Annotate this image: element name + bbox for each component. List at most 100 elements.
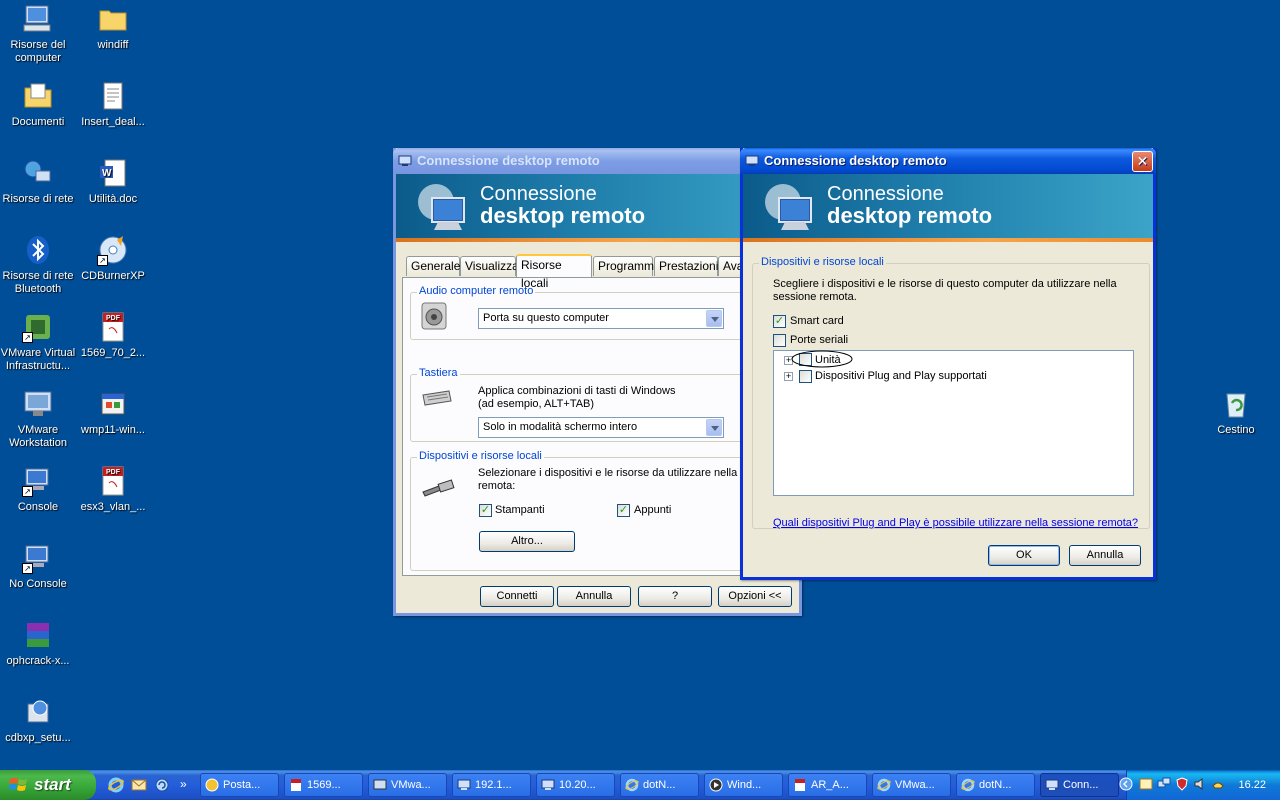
outlook-tray-icon[interactable]	[1139, 777, 1153, 791]
svg-text:PDF: PDF	[106, 315, 121, 322]
desktop-icon-1569-70-2[interactable]: PDF 1569_70_2...	[75, 311, 151, 360]
my-computer-icon	[22, 3, 54, 35]
desktop-icon-cdburnerxp[interactable]: ↗ CDBurnerXP	[75, 234, 151, 283]
smartcard-label: Smart card	[790, 315, 844, 327]
expand-icon[interactable]: +	[784, 372, 793, 381]
clipboard-checkbox[interactable]: ✓	[617, 504, 630, 517]
pnp-help-link[interactable]: Quali dispositivi Plug and Play è possib…	[773, 517, 1138, 529]
word-doc-icon: W	[97, 157, 129, 189]
taskbar-button[interactable]: Posta...	[200, 773, 279, 797]
network-tray-icon[interactable]	[1157, 777, 1171, 791]
desktop-icon-cestino[interactable]: Cestino	[1198, 388, 1274, 437]
desktop-icon-utilit-doc[interactable]: W Utilità.doc	[75, 157, 151, 206]
serial-ports-label: Porte seriali	[790, 334, 849, 346]
taskbar-button-label: VMwa...	[895, 779, 935, 791]
smartcard-checkbox[interactable]: ✓	[773, 315, 786, 328]
taskbar-button[interactable]: dotN...	[956, 773, 1035, 797]
desktop-icon-label: ophcrack-x...	[6, 655, 70, 667]
taskbar-button-label: dotN...	[643, 779, 676, 791]
ie-icon[interactable]	[108, 777, 124, 793]
cdburner-icon: ↗	[97, 234, 129, 266]
help-button[interactable]: ?	[638, 586, 712, 607]
taskbar-button[interactable]: dotN...	[620, 773, 699, 797]
desktop-icon-insert-deal[interactable]: Insert_deal...	[75, 80, 151, 129]
desktop-icon-wmp11-win[interactable]: wmp11-win...	[75, 388, 151, 437]
shortcut-arrow-icon: ↗	[22, 563, 33, 574]
svg-text:PDF: PDF	[106, 469, 121, 476]
tree-item-pnp-devices[interactable]: + Dispositivi Plug and Play supportati	[774, 368, 1133, 386]
taskbar-button-label: 1569...	[307, 779, 341, 791]
volume-icon[interactable]	[1193, 777, 1207, 791]
taskbar-button[interactable]: VMwa...	[368, 773, 447, 797]
options-button[interactable]: Opzioni <<	[718, 586, 792, 607]
desktop-icon-risorse-di-rete[interactable]: Risorse di rete	[0, 157, 76, 206]
main-banner-title-line2: desktop remoto	[480, 203, 646, 228]
pnp-devices-checkbox[interactable]	[799, 370, 812, 383]
chevron-down-icon[interactable]	[706, 419, 722, 436]
outlook-express-icon[interactable]	[131, 777, 147, 793]
printers-checkbox[interactable]: ✓	[479, 504, 492, 517]
dialog-cancel-button[interactable]: Annulla	[1069, 545, 1141, 566]
taskbar-button[interactable]: Wind...	[704, 773, 783, 797]
connect-button[interactable]: Connetti	[480, 586, 554, 607]
taskbar-button[interactable]: 1569...	[284, 773, 363, 797]
desktop-icon-windiff[interactable]: windiff	[75, 3, 151, 52]
desktop-icon-no-console[interactable]: ↗ No Console	[0, 542, 76, 591]
desktop-icon-risorse-del-computer[interactable]: Risorse del computer	[0, 3, 76, 65]
audio-select[interactable]: Porta su questo computer	[478, 308, 724, 329]
ie-refresh-icon[interactable]	[154, 777, 170, 793]
desktop-icon-documenti[interactable]: Documenti	[0, 80, 76, 129]
desktop-icon-label: VMware Virtual Infrastructu...	[0, 347, 76, 372]
phone-tray-icon[interactable]	[1211, 777, 1225, 791]
ie-icon	[625, 778, 639, 792]
tab-prestazioni[interactable]: Prestazioni	[654, 256, 718, 276]
bluetooth-icon	[22, 234, 54, 266]
desktop-icon-esx3-vlan[interactable]: PDF esx3_vlan_...	[75, 465, 151, 514]
tab-generale[interactable]: Generale	[406, 256, 460, 276]
taskbar-button-label: Wind...	[727, 779, 762, 791]
taskbar-button[interactable]: Conn...	[1040, 773, 1119, 797]
svg-text:W: W	[102, 168, 112, 179]
tree-item-drives[interactable]: + Unità	[774, 350, 1133, 369]
desktop-icon-ophcrack-x[interactable]: ophcrack-x...	[0, 619, 76, 668]
security-shield-icon[interactable]	[1175, 777, 1189, 791]
keyboard-icon	[422, 390, 452, 406]
quicklaunch-overflow[interactable]: »	[180, 777, 187, 791]
taskbar-button[interactable]: AR_A...	[788, 773, 867, 797]
dialog-desc-line2: sessione remota.	[773, 291, 857, 303]
clock[interactable]: 16.22	[1238, 770, 1266, 800]
outlook-icon	[205, 778, 219, 792]
recycle-bin-icon	[1220, 388, 1252, 420]
taskbar-button-label: 10.20...	[559, 779, 596, 791]
desktop-icon-cdbxp-setu[interactable]: cdbxp_setu...	[0, 696, 76, 745]
ie-icon	[877, 778, 891, 792]
chevron-down-icon[interactable]	[706, 310, 722, 327]
serial-ports-checkbox[interactable]	[773, 334, 786, 347]
devices-tree[interactable]: + Unità + Dispositivi Plug and Play supp…	[773, 350, 1134, 496]
my-documents-icon	[22, 80, 54, 112]
taskbar-button[interactable]: 10.20...	[536, 773, 615, 797]
tray-expand-icon[interactable]	[1119, 777, 1133, 791]
desktop-icon-risorse-di-rete-bluetooth[interactable]: Risorse di rete Bluetooth	[0, 234, 76, 296]
keyboard-select[interactable]: Solo in modalità schermo intero	[478, 417, 724, 438]
ok-button[interactable]: OK	[988, 545, 1060, 566]
desktop-icon-vmware-workstation[interactable]: VMware Workstation	[0, 388, 76, 450]
more-button[interactable]: Altro...	[479, 531, 575, 552]
pdf-icon	[793, 778, 807, 792]
installer-icon	[97, 388, 129, 420]
cancel-button[interactable]: Annulla	[557, 586, 631, 607]
taskbar-button[interactable]: VMwa...	[872, 773, 951, 797]
remote-desktop-icon	[1045, 778, 1059, 792]
desktop-icon-vmware-virtual-infrastructu[interactable]: ↗ VMware Virtual Infrastructu...	[0, 311, 76, 373]
tab-visualizza[interactable]: Visualizza	[460, 256, 519, 276]
close-icon[interactable]: ✕	[1132, 151, 1153, 172]
dialog-titlebar[interactable]: Connessione desktop remoto ✕	[740, 148, 1156, 174]
tab-programmi[interactable]: Programmi	[593, 256, 657, 276]
local-devices-dialog[interactable]: Connessione desktop remoto ✕ Connessione…	[740, 148, 1156, 580]
desktop-icon-console[interactable]: ↗ Console	[0, 465, 76, 514]
shortcut-arrow-icon: ↗	[22, 332, 33, 343]
desktop-icon-label: 1569_70_2...	[80, 347, 146, 359]
tab-risorse-locali[interactable]: Risorse locali	[516, 254, 592, 290]
start-button[interactable]: start	[0, 770, 96, 800]
taskbar-button[interactable]: 192.1...	[452, 773, 531, 797]
